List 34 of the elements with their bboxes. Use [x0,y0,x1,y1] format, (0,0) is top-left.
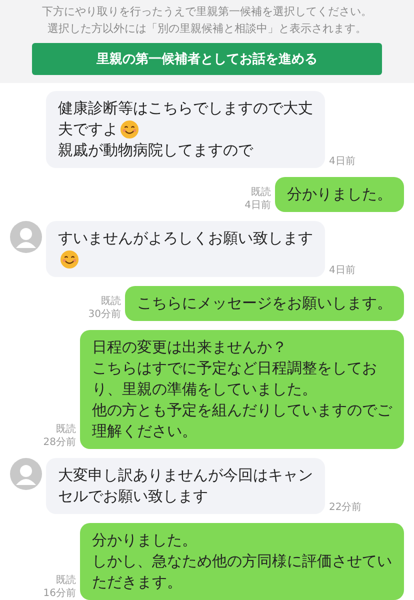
notice-text: 下方にやり取りを行ったうえで里親第一候補を選択してください。 [42,4,372,19]
message-text: 日程の変更は出来ませんか？ [92,337,287,358]
message-time: 28分前 [43,436,76,449]
read-receipt: 既読 [251,186,271,199]
proceed-button[interactable]: 里親の第一候補者としてお話を進める [32,43,382,75]
message-text: 他の方とも予定を組んだりしていますのでご [92,400,392,421]
message-time: 4日前 [244,199,271,212]
message-text: 親戚が動物病院してますので [58,140,253,161]
message-text: 分かりました。 [287,184,392,205]
message-text: 夫ですよ [58,119,118,140]
message-text: ただきます。 [92,572,182,593]
message-text: こちらはすでに予定など日程調整をしてお [92,358,377,379]
smiley-emoji-icon [120,120,139,139]
avatar-icon [10,221,42,253]
message-time: 22分前 [329,501,362,514]
smiley-emoji-icon [60,250,79,269]
message-time: 30分前 [88,308,121,321]
read-receipt: 既読 [56,423,76,436]
message-time: 4日前 [329,264,356,277]
read-receipt: 既読 [101,295,121,308]
message-time: 16分前 [43,587,76,600]
notice-text: 選択した方以外には「別の里親候補と相談中」と表示されます。 [48,21,366,36]
message-text: 理解ください。 [92,421,197,442]
message-time: 4日前 [329,155,356,168]
avatar-icon [10,458,42,490]
message-text: すいませんがよろしくお願い致します [58,228,313,249]
message-text: しかし、急なため他の方同様に評価させてい [92,551,392,572]
message-text: 大変申し訳ありませんが今回はキャン [58,465,313,486]
message-text: り、里親の準備をしていました。 [92,379,317,400]
message-text: 分かりました。 [92,530,197,551]
message-text: こちらにメッセージをお願いします。 [137,293,392,314]
message-text: セルでお願い致します [58,486,208,507]
read-receipt: 既読 [56,574,76,587]
message-text: 健康診断等はこちらでしますので大丈 [58,98,313,119]
